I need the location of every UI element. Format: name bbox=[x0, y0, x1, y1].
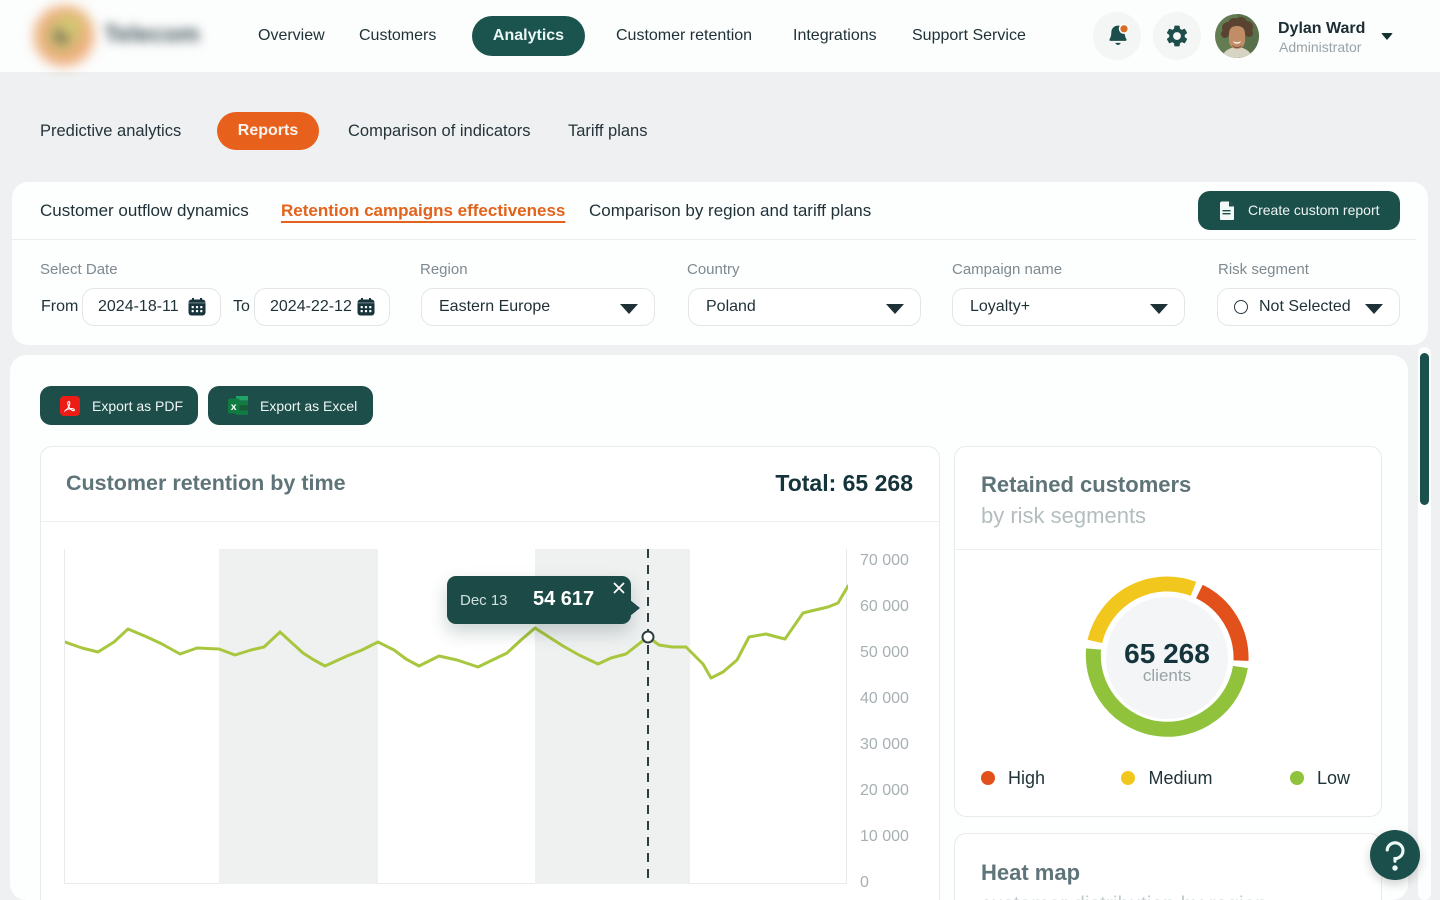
svg-text:x: x bbox=[231, 401, 237, 413]
